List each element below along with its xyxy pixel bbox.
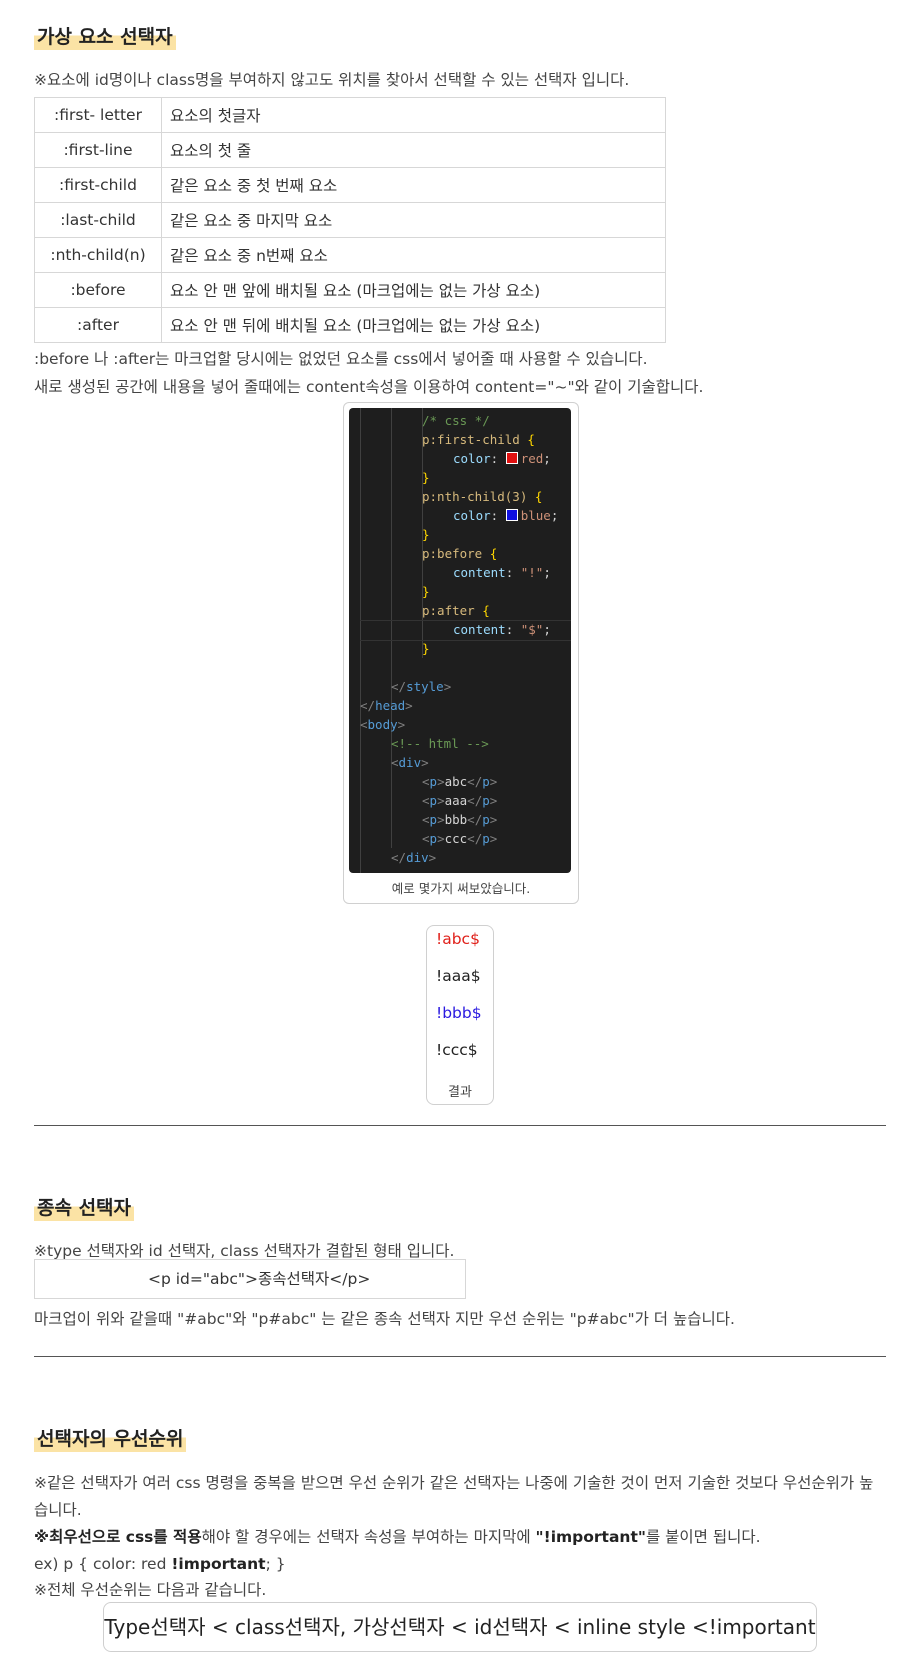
code-line: p:nth-child(3) { bbox=[422, 489, 543, 504]
pseudo-selector-table: :first- letter 요소의 첫글자 :first-line 요소의 첫 줄… bbox=[34, 97, 666, 343]
code-line: } bbox=[422, 641, 430, 656]
code-line: } bbox=[422, 584, 430, 599]
table-row: :first-child 같은 요소 중 첫 번째 요소 bbox=[34, 167, 666, 203]
code-line: } bbox=[422, 470, 430, 485]
table-row: :last-child 같은 요소 중 마지막 요소 bbox=[34, 202, 666, 238]
priority-order-box: Type선택자 < class선택자, 가상선택자 < id선택자 < inli… bbox=[103, 1602, 817, 1652]
section-title-descendant: 종속 선택자 bbox=[34, 1195, 135, 1221]
color-swatch-red bbox=[505, 452, 518, 464]
selector-key: :first-child bbox=[34, 167, 162, 203]
code-line: /* css */ bbox=[422, 413, 490, 428]
code-line: <p>bbb</p> bbox=[422, 812, 498, 827]
code-line: content: "!"; bbox=[453, 565, 551, 580]
selector-desc: 요소의 첫글자 bbox=[161, 97, 666, 133]
result-caption: 결과 bbox=[448, 1085, 472, 1100]
code-caption: 예로 몇가지 써보았습니다. bbox=[391, 881, 531, 896]
divider bbox=[34, 1125, 886, 1126]
selector-desc: 같은 요소 중 마지막 요소 bbox=[161, 202, 666, 238]
priority-line-4: ※전체 우선순위는 다음과 같습니다. bbox=[34, 1581, 267, 1599]
code-line: </head> bbox=[360, 698, 413, 713]
code-line: <p>aaa</p> bbox=[422, 793, 498, 808]
priority-line-1a: ※같은 선택자가 여러 css 명령을 중복을 받으면 우선 순위가 같은 선택… bbox=[34, 1474, 874, 1492]
code-line: <p>ccc</p> bbox=[422, 831, 498, 846]
table-row: :first- letter 요소의 첫글자 bbox=[34, 97, 666, 133]
result-figure: !abc$ !aaa$ !bbb$ !ccc$ 결과 bbox=[426, 925, 494, 1105]
table-row: :nth-child(n) 같은 요소 중 n번째 요소 bbox=[34, 237, 666, 273]
pseudo-note-2: 새로 생성된 공간에 내용을 넣어 줄때에는 content속성을 이용하여 c… bbox=[34, 378, 704, 396]
table-row: :after 요소 안 맨 뒤에 배치될 요소 (마크업에는 없는 가상 요소) bbox=[34, 307, 666, 343]
code-block: /* css */ p:first-child { color: red; } … bbox=[349, 408, 571, 873]
code-line: </div> bbox=[391, 850, 437, 865]
code-line: p:first-child { bbox=[422, 432, 535, 447]
pseudo-note-1: :before 나 :after는 마크업할 당시에는 없었던 요소를 css에… bbox=[34, 350, 648, 368]
priority-bold-3: !important bbox=[171, 1555, 266, 1573]
pseudo-intro: ※요소에 id명이나 class명을 부여하지 않고도 위치를 찾아서 선택할 … bbox=[34, 71, 630, 89]
divider bbox=[34, 1356, 886, 1357]
code-line: <!-- html --> bbox=[391, 736, 489, 751]
selector-desc: 요소 안 맨 뒤에 배치될 요소 (마크업에는 없는 가상 요소) bbox=[161, 307, 666, 343]
code-line: p:before { bbox=[422, 546, 498, 561]
code-line: <div> bbox=[391, 755, 429, 770]
code-line: p:after { bbox=[422, 603, 490, 618]
code-line: </style> bbox=[391, 679, 452, 694]
code-line: color: red; bbox=[453, 451, 551, 466]
color-swatch-blue bbox=[505, 509, 518, 521]
selector-desc: 요소 안 맨 앞에 배치될 요소 (마크업에는 없는 가상 요소) bbox=[161, 272, 666, 308]
code-line: <p>abc</p> bbox=[422, 774, 498, 789]
section-title-priority: 선택자의 우선순위 bbox=[34, 1426, 187, 1452]
result-line: !aaa$ bbox=[436, 967, 481, 985]
priority-line-3: ex) p { color: red !important; } bbox=[34, 1555, 286, 1573]
selector-desc: 요소의 첫 줄 bbox=[161, 132, 666, 168]
selector-key: :first- letter bbox=[34, 97, 162, 133]
result-line: !abc$ bbox=[436, 930, 480, 948]
code-example-figure: /* css */ p:first-child { color: red; } … bbox=[343, 402, 579, 904]
section-title-pseudo: 가상 요소 선택자 bbox=[34, 24, 176, 50]
result-line: !bbb$ bbox=[436, 1004, 482, 1022]
code-line: } bbox=[422, 527, 430, 542]
descendant-note: 마크업이 위와 같을때 "#abc"와 "p#abc" 는 같은 종속 선택자 … bbox=[34, 1310, 735, 1328]
priority-bold-1: ※최우선으로 css를 적용 bbox=[34, 1528, 202, 1546]
selector-key: :nth-child(n) bbox=[34, 237, 162, 273]
table-row: :first-line 요소의 첫 줄 bbox=[34, 132, 666, 168]
selector-key: :before bbox=[34, 272, 162, 308]
selector-desc: 같은 요소 중 n번째 요소 bbox=[161, 237, 666, 273]
priority-line-2: ※최우선으로 css를 적용해야 할 경우에는 선택자 속성을 부여하는 마지막… bbox=[34, 1528, 761, 1546]
priority-line-1b: 습니다. bbox=[34, 1501, 82, 1519]
descendant-code-text: <p id="abc">종속선택자</p> bbox=[148, 1270, 371, 1288]
table-row: :before 요소 안 맨 앞에 배치될 요소 (마크업에는 없는 가상 요소) bbox=[34, 272, 666, 308]
selector-desc: 같은 요소 중 첫 번째 요소 bbox=[161, 167, 666, 203]
descendant-code-example: <p id="abc">종속선택자</p> bbox=[34, 1259, 466, 1299]
code-line: color: blue; bbox=[453, 508, 559, 523]
result-line: !ccc$ bbox=[436, 1041, 478, 1059]
selector-key: :first-line bbox=[34, 132, 162, 168]
selector-key: :after bbox=[34, 307, 162, 343]
code-line: <body> bbox=[360, 717, 406, 732]
priority-bold-2: "!important" bbox=[535, 1528, 646, 1546]
code-line: content: "$"; bbox=[453, 622, 551, 637]
selector-key: :last-child bbox=[34, 202, 162, 238]
